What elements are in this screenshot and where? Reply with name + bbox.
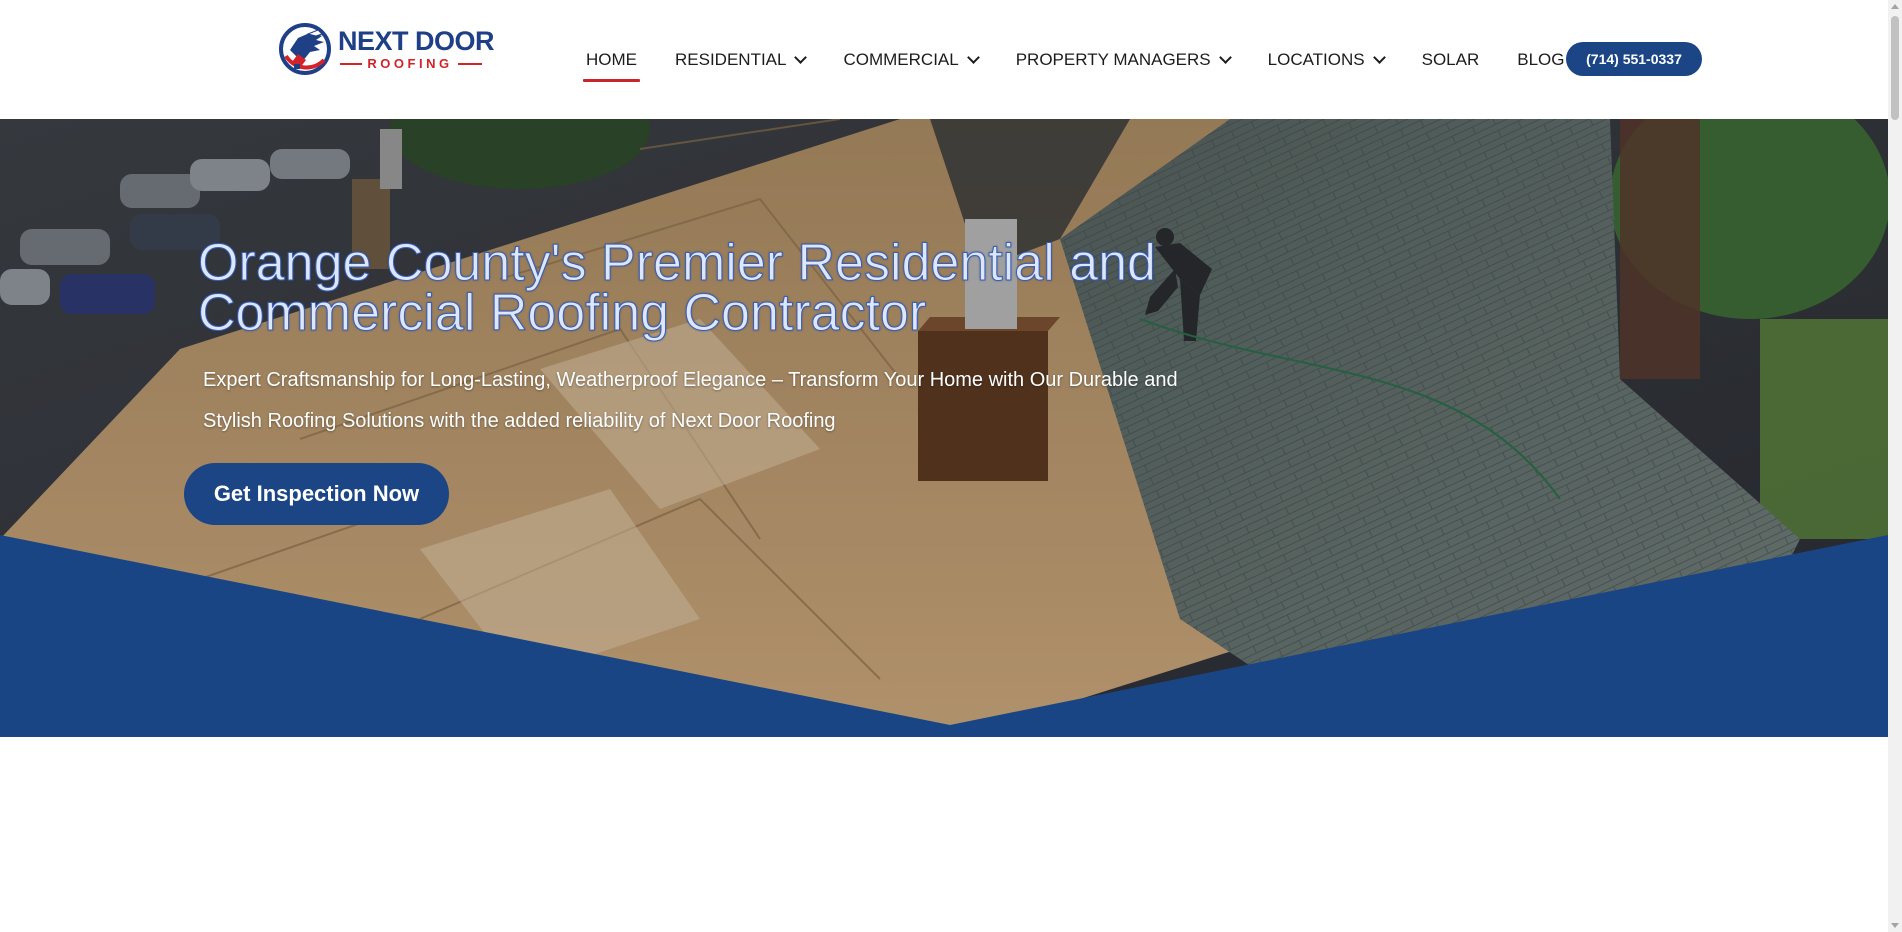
nav-item-locations[interactable]: LOCATIONS — [1267, 0, 1386, 119]
nav-item-label: RESIDENTIAL — [675, 49, 787, 69]
nav-item-label: LOCATIONS — [1267, 49, 1365, 69]
nav-item-label: HOME — [586, 49, 637, 69]
phone-button[interactable]: (714) 551-0337 — [1566, 42, 1702, 76]
nav-item-label: SOLAR — [1421, 49, 1480, 69]
hero-title: Orange County's Premier Residential and … — [198, 234, 1157, 342]
scroll-down-arrow-icon[interactable] — [1891, 923, 1899, 928]
hero-subtitle: Expert Craftsmanship for Long-Lasting, W… — [203, 369, 1178, 432]
logo-divider-right — [458, 63, 482, 65]
nav-item-blog[interactable]: BLOG — [1517, 0, 1564, 119]
logo-wordmark: NEXT DOOR — [338, 26, 495, 56]
eagle-logo-icon — [279, 23, 331, 75]
nav-item-home[interactable]: HOME — [583, 0, 640, 119]
chevron-down-icon — [794, 51, 808, 64]
nav-item-residential[interactable]: RESIDENTIAL — [675, 0, 808, 119]
nav-item-label: COMMERCIAL — [843, 49, 959, 69]
nav-item-solar[interactable]: SOLAR — [1422, 0, 1480, 119]
get-inspection-button[interactable]: Get Inspection Now — [184, 463, 449, 525]
chevron-down-icon — [1218, 51, 1232, 64]
page-scrollbar[interactable] — [1888, 0, 1902, 932]
main-nav: HOME RESIDENTIAL COMMERCIAL PROPERTY MAN… — [572, 0, 1565, 119]
nav-item-label: PROPERTY MANAGERS — [1015, 49, 1211, 69]
chevron-down-icon — [1372, 51, 1386, 64]
chevron-down-icon — [966, 51, 980, 64]
site-header: NEXT DOOR ROOFING HOME RESIDENTIAL COMME… — [0, 0, 1888, 119]
scroll-up-arrow-icon[interactable] — [1891, 4, 1899, 9]
site-logo[interactable]: NEXT DOOR ROOFING — [278, 20, 495, 80]
hero-section: Orange County's Premier Residential and … — [0, 119, 1888, 737]
scrollbar-thumb[interactable] — [1891, 16, 1899, 120]
nav-item-property-managers[interactable]: PROPERTY MANAGERS — [1015, 0, 1232, 119]
nav-item-commercial[interactable]: COMMERCIAL — [843, 0, 980, 119]
nav-item-label: BLOG — [1517, 49, 1565, 69]
